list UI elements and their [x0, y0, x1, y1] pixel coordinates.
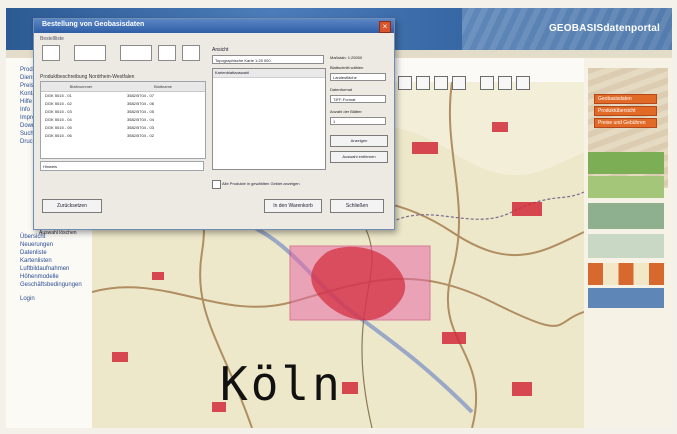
- table-cell: DGK 5015 - 04: [45, 117, 72, 122]
- table-row[interactable]: DGK 5015 - 06 3582/5704 - 02: [41, 132, 205, 140]
- table-cell: DGK 5015 - 02: [45, 101, 72, 106]
- map-city-label: Köln: [220, 357, 343, 411]
- table-row[interactable]: DGK 5015 - 02 3582/5704 - 06: [41, 100, 205, 108]
- portal-window: GEOBASISdatenportal Produkte Dienste Pre…: [6, 8, 672, 428]
- count-select[interactable]: 1: [330, 117, 386, 125]
- add-to-cart-button[interactable]: In den Warenkorb: [264, 199, 322, 213]
- right-button[interactable]: Produktübersicht: [594, 106, 657, 116]
- nav-item[interactable]: Neuerungen: [6, 241, 92, 249]
- order-table: Blattnummer Blattname DGK 5015 - 01 3582/…: [40, 81, 206, 159]
- dialog-titlebar: Bestellung von Geobasisdaten ×: [34, 19, 394, 33]
- note-field[interactable]: Hinweis: [40, 161, 204, 171]
- show-all-checkbox[interactable]: [212, 180, 221, 189]
- nav-item[interactable]: Datenliste: [6, 249, 92, 257]
- zoom-in-icon[interactable]: [398, 76, 412, 90]
- table-cell: DGK 5015 - 01: [45, 93, 72, 98]
- table-row[interactable]: DGK 5015 - 03 3582/5704 - 05: [41, 108, 205, 116]
- sheet-list[interactable]: Kartenblattauswahl: [212, 68, 326, 170]
- table-row[interactable]: DGK 5015 - 04 3582/5704 - 04: [41, 116, 205, 124]
- table-header: Blattname: [121, 82, 205, 92]
- promo-thumbnail[interactable]: [588, 288, 664, 308]
- checkbox-label: Alle Produkte in gewählten Gebiet anzeig…: [222, 181, 300, 186]
- zoom-out-icon[interactable]: [416, 76, 430, 90]
- table-cell: 3582/5704 - 06: [127, 101, 154, 106]
- count-label: Anzahl der Blätter: [330, 109, 362, 114]
- table-cell: 3582/5704 - 07: [127, 93, 154, 98]
- right-panel: Geobasisdaten Produktübersicht Preise un…: [584, 58, 672, 428]
- brand-title: GEOBASISdatenportal: [548, 23, 660, 34]
- nav-item[interactable]: Luftbildaufnahmen: [6, 265, 92, 273]
- table-cell: DGK 5015 - 03: [45, 109, 72, 114]
- right-button[interactable]: Geobasisdaten: [594, 94, 657, 104]
- format-select[interactable]: TIFF-Format: [330, 95, 386, 103]
- close-button[interactable]: Schließen: [330, 199, 384, 213]
- table-cell: 3582/5704 - 03: [127, 125, 154, 130]
- table-cell: 3582/5704 - 02: [127, 133, 154, 138]
- nav-item[interactable]: Login: [6, 295, 92, 303]
- copy-icon[interactable]: [120, 45, 152, 61]
- promo-thumbnail[interactable]: [588, 234, 664, 258]
- show-button[interactable]: Anzeigen: [330, 135, 388, 147]
- measure-icon[interactable]: [498, 76, 512, 90]
- table-cell: DGK 5015 - 05: [45, 125, 72, 130]
- table-cell: DGK 5015 - 06: [45, 133, 72, 138]
- promo-thumbnail[interactable]: [588, 152, 664, 174]
- grid-icon[interactable]: [182, 45, 200, 61]
- arrows-icon[interactable]: [158, 45, 176, 61]
- info-icon[interactable]: [516, 76, 530, 90]
- table-cell: 3582/5704 - 04: [127, 117, 154, 122]
- nav-item[interactable]: Kartenlisten: [6, 257, 92, 265]
- selection-area[interactable]: [289, 245, 431, 321]
- dialog-subtitle: Bestellliste: [40, 36, 64, 42]
- view-select[interactable]: Topographische Karte 1:25 000: [212, 55, 324, 64]
- format-label: Datenformat: [330, 87, 353, 92]
- table-row[interactable]: DGK 5015 - 01 3582/5704 - 07: [41, 92, 205, 100]
- select-rectangle-icon[interactable]: [452, 76, 466, 90]
- nav-lower: Übersicht Neuerungen Datenliste Kartenli…: [6, 233, 92, 323]
- pan-icon[interactable]: [434, 76, 448, 90]
- nav-item[interactable]: Geschäftsbedingungen: [6, 281, 92, 289]
- reset-button[interactable]: Zurücksetzen: [42, 199, 102, 213]
- dialog-title: Bestellung von Geobasisdaten: [42, 21, 145, 28]
- remove-selection-button[interactable]: Auswahl entfernen: [330, 151, 388, 163]
- table-cell: 3582/5704 - 05: [127, 109, 154, 114]
- sheetcut-label: Blattschnitt wählen: [330, 65, 364, 70]
- print-icon[interactable]: [480, 76, 494, 90]
- list-header: Kartenblattauswahl: [213, 69, 325, 78]
- promo-thumbnail[interactable]: [588, 176, 664, 198]
- nav-item[interactable]: Höhenmodelle: [6, 273, 92, 281]
- edit-icon[interactable]: [42, 45, 60, 61]
- close-icon[interactable]: ×: [379, 21, 391, 33]
- folder-icon[interactable]: [74, 45, 106, 61]
- clear-selection-link[interactable]: Auswahl löschen: [39, 230, 77, 236]
- table-header: Blattnummer: [41, 82, 121, 92]
- order-dialog: Bestellung von Geobasisdaten × Bestellli…: [33, 18, 395, 230]
- right-button[interactable]: Preise und Gebühren: [594, 118, 657, 128]
- promo-thumbnail[interactable]: [588, 203, 664, 229]
- scale-label: Maßstab: 1:25000: [330, 55, 363, 60]
- view-label: Ansicht: [212, 47, 229, 53]
- promo-thumbnail[interactable]: [588, 263, 664, 285]
- table-row[interactable]: DGK 5015 - 05 3582/5704 - 03: [41, 124, 205, 132]
- sheetcut-select[interactable]: Landesfläche: [330, 73, 386, 81]
- product-label: Produktbeschreibung Nordrhein-Westfalen: [40, 74, 135, 80]
